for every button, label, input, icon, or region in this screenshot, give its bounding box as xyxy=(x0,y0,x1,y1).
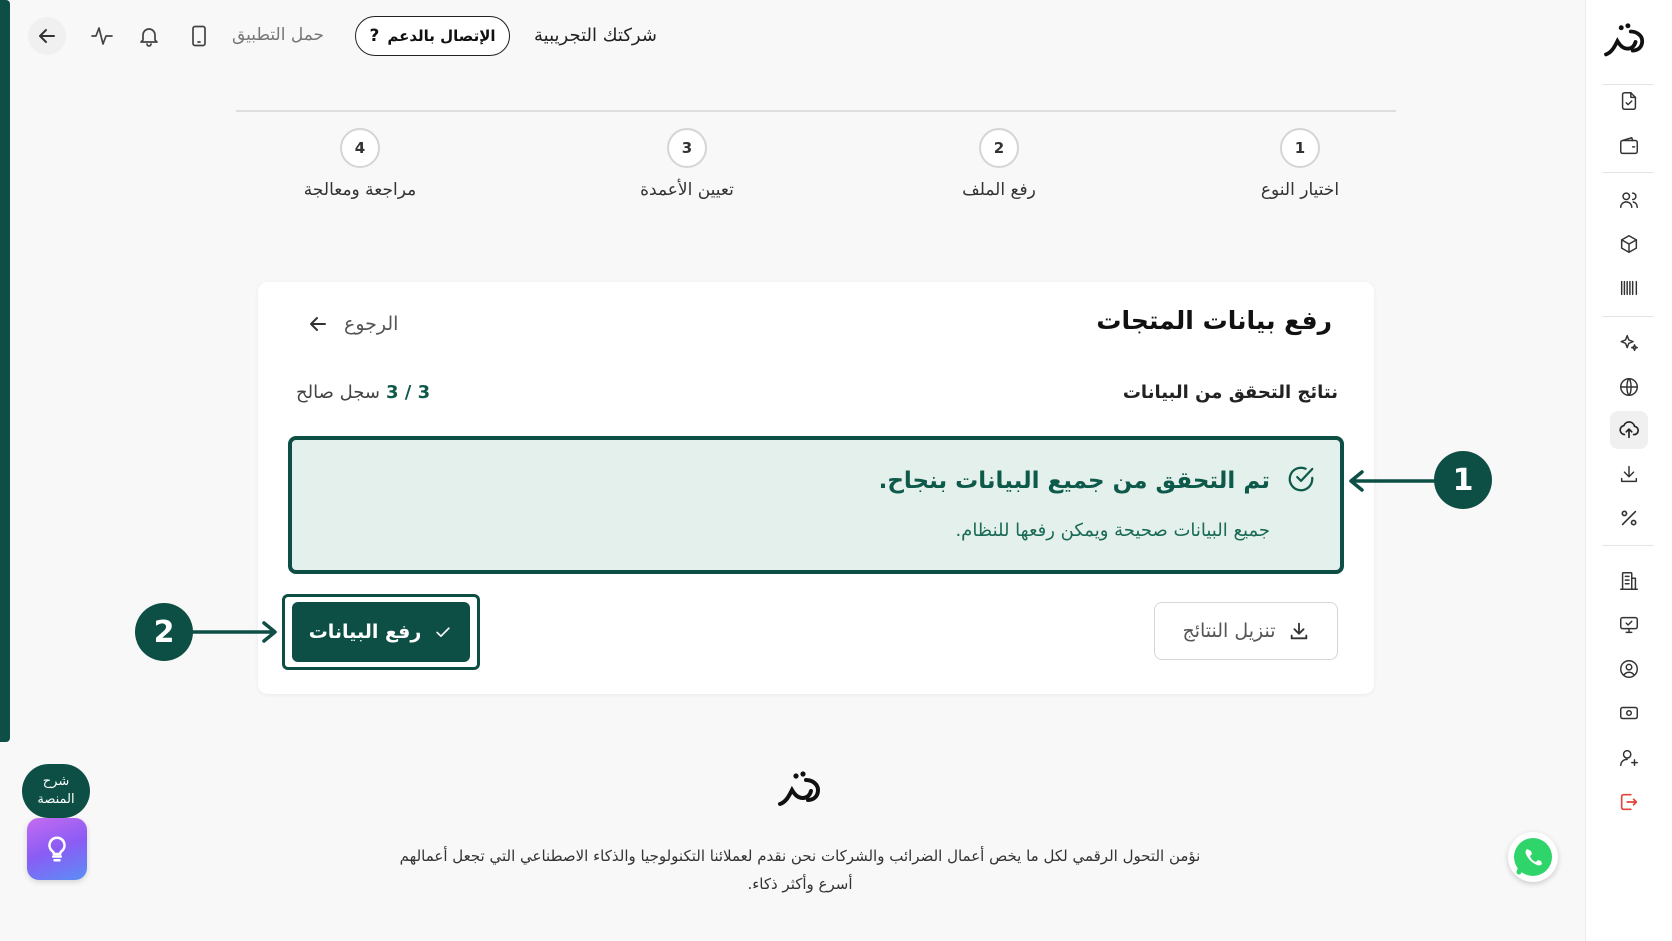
sidebar-item-download[interactable] xyxy=(1610,455,1648,493)
step-label: رفع الملف xyxy=(962,180,1036,200)
sidebar-divider xyxy=(1602,316,1654,317)
download-results-label: تنزيل النتائج xyxy=(1182,620,1276,642)
upload-card: رفع بيانات المتجات الرجوع نتائج التحقق م… xyxy=(258,282,1374,694)
success-message: جميع البيانات صحيحة ويمكن رفعها للنظام. xyxy=(955,520,1270,541)
download-icon xyxy=(1620,465,1638,483)
whatsapp-icon xyxy=(1514,838,1552,876)
footer-logo xyxy=(778,771,821,806)
sidebar-divider xyxy=(1602,545,1654,546)
sidebar-divider xyxy=(1602,172,1654,173)
step-number: 2 xyxy=(979,128,1019,168)
step-3: 3 تعيين الأعمدة xyxy=(607,128,767,200)
page-title: رفع بيانات المتجات xyxy=(1096,306,1332,335)
user-plus-icon xyxy=(1620,749,1638,767)
users-icon xyxy=(1620,192,1638,209)
validation-results-title: نتائج التحقق من البيانات xyxy=(1122,382,1338,403)
sidebar-item-barcode[interactable] xyxy=(1610,269,1648,307)
pulse-icon[interactable] xyxy=(84,18,120,54)
contact-support-label: الإتصال بالدعم xyxy=(387,27,496,45)
box-icon xyxy=(1620,235,1638,253)
logout-icon xyxy=(1620,793,1638,811)
contact-support-button[interactable]: ? الإتصال بالدعم xyxy=(355,16,510,56)
footer-line-1: نؤمن التحول الرقمي لكل ما يخص أعمال الضر… xyxy=(399,847,1201,865)
question-icon: ? xyxy=(369,26,380,46)
bell-icon[interactable] xyxy=(131,18,167,54)
sidebar-item-company[interactable] xyxy=(1610,562,1648,600)
step-number: 3 xyxy=(667,128,707,168)
bulb-button[interactable] xyxy=(27,818,87,880)
step-number: 1 xyxy=(1280,128,1320,168)
callout-badge-2: 2 xyxy=(135,603,193,661)
valid-record-count: 3 / 3 سجل صالح xyxy=(296,382,430,403)
upload-data-button[interactable]: رفع البيانات xyxy=(292,602,470,662)
step-label: تعيين الأعمدة xyxy=(640,180,734,200)
file-check-icon xyxy=(1621,92,1637,110)
sidebar-item-taxes[interactable] xyxy=(1610,499,1648,537)
sidebar-item-invoices[interactable] xyxy=(1610,82,1648,120)
barcode-icon xyxy=(1620,280,1638,296)
callout-arrow-1 xyxy=(1349,470,1438,492)
sidebar-item-payments[interactable] xyxy=(1610,694,1648,732)
valid-count-number: 3 / 3 xyxy=(385,382,431,403)
upload-data-label: رفع البيانات xyxy=(308,621,422,643)
step-1: 1 اختيار النوع xyxy=(1220,128,1380,200)
bulb-icon xyxy=(48,836,66,862)
valid-count-suffix: سجل صالح xyxy=(296,382,380,403)
back-label: الرجوع xyxy=(344,313,399,335)
cloud-upload-icon xyxy=(1619,421,1639,439)
percent-icon xyxy=(1621,510,1637,526)
back-arrow-icon[interactable] xyxy=(28,17,66,55)
check-circle-icon xyxy=(1288,466,1314,492)
sidebar-item-products[interactable] xyxy=(1610,225,1648,263)
sidebar-item-pos[interactable] xyxy=(1610,606,1648,644)
stepper-line xyxy=(236,110,1396,112)
sidebar-item-integrations[interactable] xyxy=(1610,368,1648,406)
sparkles-icon xyxy=(1620,334,1638,352)
sidebar-item-upload[interactable] xyxy=(1610,411,1648,449)
whatsapp-button[interactable] xyxy=(1508,832,1558,882)
sidebar-item-profile[interactable] xyxy=(1610,650,1648,688)
footer-description: نؤمن التحول الرقمي لكل ما يخص أعمال الضر… xyxy=(380,842,1220,898)
wallet-icon xyxy=(1620,137,1638,155)
sidebar-item-ai[interactable] xyxy=(1610,324,1648,362)
sidebar-item-logout[interactable] xyxy=(1610,783,1648,821)
check-icon xyxy=(436,627,450,637)
download-icon xyxy=(1290,622,1307,640)
validation-success-alert: تم التحقق من جميع البيانات بنجاح. جميع ا… xyxy=(288,436,1344,574)
explain-label-2: المنصة xyxy=(37,792,75,807)
download-results-button[interactable]: تنزيل النتائج xyxy=(1154,602,1338,660)
brand-logo[interactable] xyxy=(1602,22,1650,62)
platform-explain-button[interactable]: شرح المنصة xyxy=(22,764,90,818)
sidebar-item-wallet[interactable] xyxy=(1610,127,1648,165)
phone-icon[interactable] xyxy=(181,18,217,54)
left-accent-bar xyxy=(0,0,10,742)
cash-icon xyxy=(1620,706,1638,720)
sidebar-item-customers[interactable] xyxy=(1610,181,1648,219)
company-name: شركتك التجريبية xyxy=(534,25,657,46)
step-label: مراجعة ومعالجة xyxy=(303,180,417,200)
callout-badge-1: 1 xyxy=(1434,451,1492,509)
building-icon xyxy=(1620,572,1638,590)
footer-line-2: أسرع وأكثر ذكاء. xyxy=(747,875,853,893)
sidebar-item-add-user[interactable] xyxy=(1610,739,1648,777)
step-label: اختيار النوع xyxy=(1260,180,1340,200)
user-circle-icon xyxy=(1620,660,1638,678)
monitor-icon xyxy=(1620,616,1638,634)
step-4: 4 مراجعة ومعالجة xyxy=(280,128,440,200)
top-bar: حمل التطبيق ? الإتصال بالدعم شركتك التجر… xyxy=(0,0,1585,74)
globe-icon xyxy=(1620,378,1638,396)
callout-arrow-2 xyxy=(190,621,277,643)
step-number: 4 xyxy=(340,128,380,168)
step-2: 2 رفع الملف xyxy=(919,128,1079,200)
back-link[interactable]: الرجوع xyxy=(306,312,398,336)
download-app-link[interactable]: حمل التطبيق xyxy=(232,25,324,45)
right-sidebar xyxy=(1585,0,1672,941)
arrow-left-icon xyxy=(310,317,326,331)
explain-label-1: شرح xyxy=(42,774,70,789)
success-title: تم التحقق من جميع البيانات بنجاح. xyxy=(878,468,1270,494)
